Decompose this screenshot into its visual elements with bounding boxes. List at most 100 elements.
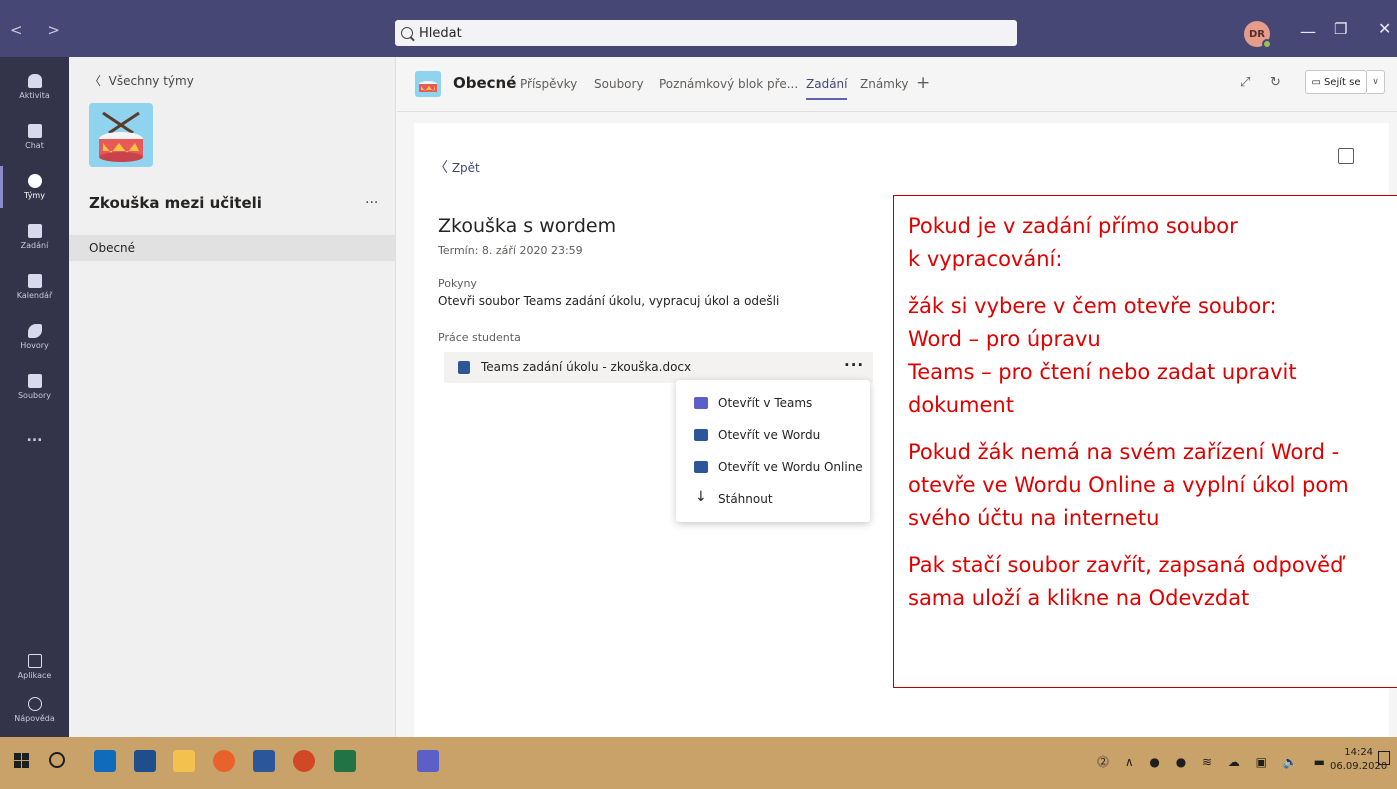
word-icon — [694, 429, 708, 441]
meet-button[interactable]: ▭ Sejít se — [1305, 70, 1367, 94]
channel-item-general[interactable]: Obecné — [69, 235, 395, 261]
excel-icon[interactable] — [334, 750, 356, 772]
app-rail: Aktivita Chat Týmy Zadání Kalendář Hovor… — [0, 57, 69, 737]
assignment-title: Zkouška s wordem — [438, 215, 617, 237]
clock-time: 14:24 — [1344, 747, 1374, 758]
outlook-icon[interactable] — [94, 750, 116, 772]
menu-item-label: Otevřít ve Wordu Online — [718, 460, 863, 474]
taskbar: ⓶ ∧ ● ● ≋ ☁ ▣ 🔈 ▬ 14:24 06.09.2020 — [0, 737, 1397, 789]
rail-label: Chat — [25, 141, 44, 150]
annotation-line: Pokud žák nemá na svém zařízení Word - — [908, 440, 1340, 464]
menu-item-label: Otevřít v Teams — [718, 396, 813, 410]
chevron-left-icon: 〈 — [89, 74, 102, 88]
tab-files[interactable]: Soubory — [594, 77, 644, 91]
drum-icon — [415, 71, 441, 97]
annotation-line: Pak stačí soubor zavřít, zapsaná odpověď — [908, 553, 1344, 577]
maximize-icon[interactable]: ❐ — [1334, 20, 1347, 38]
camera-icon: ▭ — [1311, 76, 1321, 88]
tab-posts[interactable]: Příspěvky — [520, 77, 577, 91]
avatar[interactable]: DR — [1244, 21, 1272, 49]
close-icon[interactable]: ✕ — [1378, 19, 1391, 38]
rail-label: Soubory — [17, 391, 52, 400]
file-explorer-icon[interactable] — [173, 750, 195, 772]
search-icon[interactable] — [49, 752, 65, 768]
channel-header: Obecné Příspěvky Soubory Poznámkový blok… — [397, 57, 1397, 112]
rail-item-chat[interactable]: Chat — [0, 112, 69, 162]
file-more-button[interactable]: ··· — [844, 356, 864, 374]
student-work-label: Práce studenta — [438, 331, 521, 344]
rail-label: Hovory — [20, 341, 49, 350]
teams-icon — [694, 397, 708, 409]
menu-item-label: Stáhnout — [718, 492, 773, 506]
word-icon[interactable] — [253, 750, 275, 772]
instructions-text: Otevři soubor Teams zadání úkolu, vyprac… — [438, 294, 780, 308]
teams-icon — [27, 174, 42, 188]
annotation-line: Pokud je v zadání přímo soubor — [908, 214, 1238, 238]
channel-icon — [415, 71, 441, 97]
chevron-down-icon: ∨ — [1372, 77, 1379, 87]
calendar-icon — [27, 274, 42, 288]
avatar-initials: DR — [1248, 28, 1265, 40]
team-panel: 〈 Všechny týmy Zkouška mezi učiteli ... … — [69, 57, 396, 737]
phone-icon — [27, 324, 42, 338]
presence-status-icon — [1262, 39, 1272, 49]
tab-assignments[interactable]: Zadání — [806, 77, 848, 100]
immersive-reader-icon[interactable] — [1338, 148, 1354, 164]
minimize-icon[interactable]: — — [1300, 22, 1316, 41]
rail-more-button[interactable]: ... — [0, 412, 69, 462]
rail-label: Týmy — [24, 191, 45, 200]
rail-item-calendar[interactable]: Kalendář — [0, 262, 69, 312]
back-button[interactable]: 〈 Zpět — [434, 157, 480, 177]
rail-label: Kalendář — [16, 291, 53, 300]
notification-icon[interactable] — [1378, 751, 1390, 765]
nav-arrows[interactable]: < > — [10, 21, 70, 39]
help-icon — [27, 697, 42, 711]
annotation-line: Teams – pro čtení nebo zadat upravit — [908, 360, 1297, 384]
windows-start-icon[interactable] — [14, 753, 30, 769]
tab-notebook[interactable]: Poznámkový blok pře... — [659, 77, 798, 91]
bell-icon — [27, 74, 42, 88]
word-document-icon — [458, 361, 470, 374]
menu-open-in-teams[interactable]: Otevřít v Teams — [676, 387, 870, 419]
expand-icon[interactable]: ⤢ — [1240, 75, 1250, 90]
refresh-icon[interactable]: ↻ — [1270, 75, 1281, 90]
file-context-menu: Otevřít v Teams Otevřít ve Wordu Otevřít… — [676, 380, 870, 522]
rail-item-files[interactable]: Soubory — [0, 362, 69, 412]
rail-item-assignments[interactable]: Zadání — [0, 212, 69, 262]
file-attachment[interactable]: Teams zadání úkolu - zkouška.docx ··· — [444, 352, 873, 383]
annotation-line: svého účtu na internetu — [908, 506, 1160, 530]
team-logo — [89, 103, 153, 167]
assignment-due: Termín: 8. září 2020 23:59 — [438, 244, 583, 257]
all-teams-link[interactable]: 〈 Všechny týmy — [89, 72, 194, 89]
drum-icon — [89, 103, 153, 167]
annotation-line: sama uloží a klikne na Odevzdat — [908, 586, 1250, 610]
rail-label: Zadání — [20, 241, 49, 250]
rail-label: Aplikace — [17, 671, 52, 680]
title-bar: < > Hledat DR — ❐ ✕ — [0, 0, 1397, 57]
instructions-label: Pokyny — [438, 277, 477, 290]
rail-item-calls[interactable]: Hovory — [0, 312, 69, 362]
annotation-line: otevře ve Wordu Online a vyplní úkol pom — [908, 473, 1349, 497]
rail-item-activity[interactable]: Aktivita — [0, 62, 69, 112]
team-more-button[interactable]: ... — [365, 191, 378, 207]
search-input[interactable]: Hledat — [395, 20, 1017, 46]
rail-item-teams[interactable]: Týmy — [0, 162, 69, 212]
menu-item-label: Otevřít ve Wordu — [718, 428, 821, 442]
rail-label: Aktivita — [19, 91, 50, 100]
file-name: Teams zadání úkolu - zkouška.docx — [481, 360, 692, 374]
add-tab-button[interactable]: + — [916, 73, 930, 93]
firefox-icon[interactable] — [213, 750, 235, 772]
powerpoint-icon[interactable] — [293, 750, 315, 772]
rail-item-help[interactable]: Nápověda — [0, 685, 69, 735]
menu-open-in-word-online[interactable]: Otevřít ve Wordu Online — [676, 451, 870, 483]
menu-download[interactable]: Stáhnout — [676, 483, 870, 515]
teams-icon[interactable] — [417, 750, 439, 772]
annotation-line: Word – pro úpravu — [908, 327, 1101, 351]
meet-dropdown-button[interactable]: ∨ — [1367, 70, 1385, 94]
chat-icon — [27, 124, 42, 138]
menu-open-in-word[interactable]: Otevřít ve Wordu — [676, 419, 870, 451]
files-app-icon[interactable] — [134, 750, 156, 772]
system-tray[interactable]: ⓶ ∧ ● ● ≋ ☁ ▣ 🔈 ▬ — [1097, 753, 1331, 770]
tab-grades[interactable]: Známky — [860, 77, 909, 91]
rail-label: Nápověda — [14, 714, 55, 723]
